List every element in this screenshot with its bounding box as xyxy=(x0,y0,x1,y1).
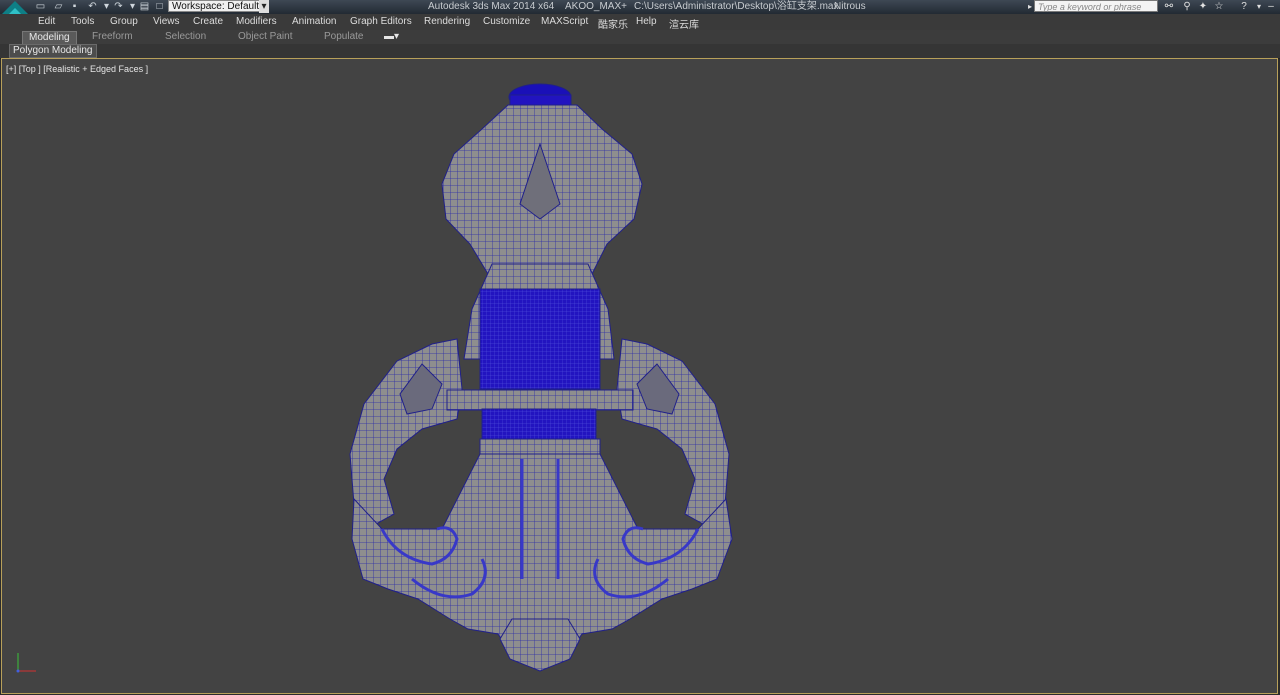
redo-icon[interactable]: ↷ xyxy=(112,0,125,13)
viewport-top[interactable]: [+] [Top ] [Realistic + Edged Faces ] xyxy=(1,58,1278,694)
undo-icon[interactable]: ↶ xyxy=(86,0,99,13)
renderer-label: Nitrous xyxy=(834,1,866,12)
ribbon-tabs: Modeling Freeform Selection Object Paint… xyxy=(0,30,1280,45)
workspace-chevron-down-icon[interactable]: ▾ xyxy=(259,0,269,13)
tab-freeform[interactable]: Freeform xyxy=(86,31,139,43)
menu-customize[interactable]: Customize xyxy=(483,16,530,27)
menu-rendering[interactable]: Rendering xyxy=(424,16,470,27)
axis-tripod-icon xyxy=(16,653,36,673)
binoculars-icon[interactable]: ⚯ xyxy=(1162,0,1176,13)
menu-tools[interactable]: Tools xyxy=(71,16,94,27)
menu-help[interactable]: Help xyxy=(636,16,657,27)
open-file-icon[interactable]: ▱ xyxy=(52,0,65,13)
minimize-icon[interactable]: – xyxy=(1264,0,1278,13)
menu-modifiers[interactable]: Modifiers xyxy=(236,16,277,27)
tab-modeling[interactable]: Modeling xyxy=(22,31,77,45)
mesh-model[interactable] xyxy=(2,59,1277,693)
polygon-modeling-panel[interactable]: Polygon Modeling xyxy=(9,44,97,58)
menu-group[interactable]: Group xyxy=(110,16,138,27)
help-icon[interactable]: ? xyxy=(1237,0,1251,13)
tab-selection[interactable]: Selection xyxy=(159,31,212,43)
ornament-mesh xyxy=(349,83,733,672)
hold-icon[interactable]: □ xyxy=(153,0,166,13)
save-icon[interactable]: ▪ xyxy=(68,0,81,13)
menu-kujiale[interactable]: 酷家乐 xyxy=(598,16,628,31)
menu-graph-editors[interactable]: Graph Editors xyxy=(350,16,412,27)
menu-animation[interactable]: Animation xyxy=(292,16,336,27)
file-path: C:\Users\Administrator\Desktop\浴缸支架.max xyxy=(634,1,839,12)
menu-create[interactable]: Create xyxy=(193,16,223,27)
workspace-dropdown[interactable]: Workspace: Default xyxy=(168,0,268,12)
new-file-icon[interactable]: ▭ xyxy=(34,0,47,13)
communication-center-star-icon[interactable]: ✦ xyxy=(1196,0,1210,13)
menu-bar: Edit Tools Group Views Create Modifiers … xyxy=(0,14,1280,31)
menu-edit[interactable]: Edit xyxy=(38,16,55,27)
plugin-label: AKOO_MAX+ xyxy=(565,1,627,12)
search-input[interactable]: Type a keyword or phrase xyxy=(1034,0,1158,12)
menu-xuanyunku[interactable]: 渲云库 xyxy=(669,16,699,31)
favorites-star-icon[interactable]: ☆ xyxy=(1212,0,1226,13)
ribbon-panel-bar: Polygon Modeling xyxy=(0,44,1280,59)
subscription-key-icon[interactable]: ⚲ xyxy=(1180,0,1194,13)
tab-object-paint[interactable]: Object Paint xyxy=(232,31,298,43)
tab-populate[interactable]: Populate xyxy=(318,31,369,43)
ribbon-options-icon[interactable]: ▬▾ xyxy=(378,31,405,43)
app-title: Autodesk 3ds Max 2014 x64 xyxy=(428,1,555,12)
title-bar: ▭ ▱ ▪ ↶ ▾ ↷ ▾ ▤ □ Workspace: Default ▾ A… xyxy=(0,0,1280,27)
project-folder-icon[interactable]: ▤ xyxy=(138,0,151,13)
menu-maxscript[interactable]: MAXScript xyxy=(541,16,588,27)
menu-views[interactable]: Views xyxy=(153,16,180,27)
